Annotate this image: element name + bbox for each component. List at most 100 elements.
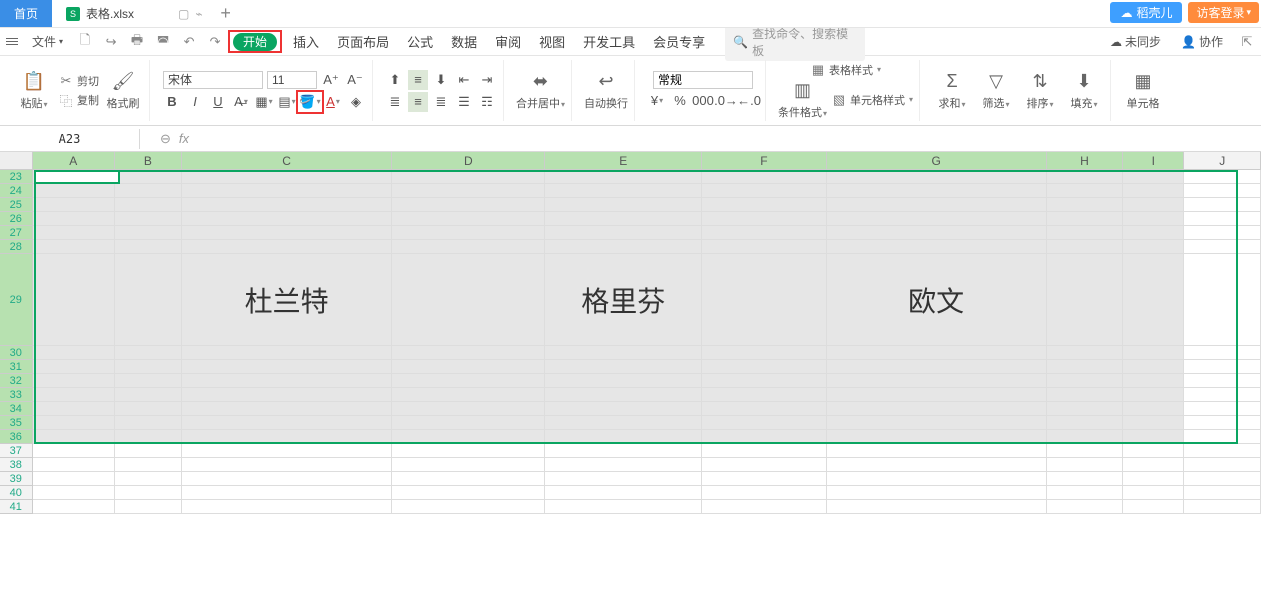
border-button[interactable]: ▦ [254,92,274,112]
increase-font-icon[interactable]: A⁺ [321,70,341,90]
cell[interactable] [33,212,115,226]
cell[interactable] [182,226,392,240]
col-header-J[interactable]: J [1184,152,1261,169]
cell[interactable] [1123,170,1184,184]
merge-center-button[interactable]: ⬌合并居中 [516,71,565,111]
cell[interactable] [115,430,182,444]
cell[interactable] [392,430,545,444]
cell[interactable]: 格里芬 [545,254,702,346]
cell[interactable] [33,416,115,430]
cell[interactable] [33,226,115,240]
cell-style-button[interactable]: ▤ [277,92,297,112]
cell[interactable] [545,486,702,500]
cell[interactable] [1184,346,1261,360]
cell[interactable] [1047,184,1124,198]
cell[interactable] [392,170,545,184]
cell[interactable] [827,360,1047,374]
clear-format-button[interactable]: ◈ [346,92,366,112]
select-all-corner[interactable] [0,152,33,169]
cell[interactable] [115,226,182,240]
cell[interactable] [1123,346,1184,360]
cell[interactable] [545,500,702,514]
currency-button[interactable]: ¥ [647,91,667,111]
cell[interactable] [545,374,702,388]
cell[interactable] [702,254,826,346]
cell[interactable] [182,388,392,402]
font-color-button[interactable]: A [323,92,343,112]
cell[interactable] [115,212,182,226]
italic-button[interactable]: I [185,92,205,112]
cell[interactable] [392,402,545,416]
cell[interactable] [1047,170,1124,184]
row-header[interactable]: 32 [0,374,33,388]
tab-review[interactable]: 审阅 [495,32,521,51]
cell[interactable] [1123,388,1184,402]
cell[interactable] [1047,472,1124,486]
cell[interactable] [182,374,392,388]
filter-button[interactable]: ▽筛选 [976,71,1016,111]
align-middle-icon[interactable]: ≡ [408,70,428,90]
cell[interactable] [182,416,392,430]
cell[interactable] [115,458,182,472]
tab-member[interactable]: 会员专享 [653,32,705,51]
cut-button[interactable]: ✂剪切 [58,73,99,89]
row-header[interactable]: 25 [0,198,33,212]
col-header-E[interactable]: E [545,152,702,169]
cell[interactable] [827,388,1047,402]
cell[interactable] [827,240,1047,254]
cell[interactable] [702,198,826,212]
cell[interactable] [702,458,826,472]
cell[interactable] [33,184,115,198]
fill-color-button[interactable]: 🪣 [300,92,320,112]
cell[interactable] [392,198,545,212]
cell[interactable] [392,226,545,240]
row-header[interactable]: 39 [0,472,33,486]
cell[interactable] [1184,472,1261,486]
cell[interactable] [182,240,392,254]
cell[interactable] [1184,486,1261,500]
cell[interactable] [392,500,545,514]
cell[interactable] [33,170,115,184]
cell[interactable] [182,444,392,458]
cell[interactable] [1184,500,1261,514]
inc-decimal-button[interactable]: .0→ [716,91,736,111]
align-justify-icon[interactable]: ☰ [454,92,474,112]
home-tab[interactable]: 首页 [0,0,52,27]
cell[interactable] [1047,444,1124,458]
row-header[interactable]: 28 [0,240,33,254]
cell[interactable] [827,500,1047,514]
cond-format-button[interactable]: ▥条件格式 [778,80,827,120]
cell[interactable] [33,486,115,500]
cell[interactable] [33,240,115,254]
tab-insert[interactable]: 插入 [293,32,319,51]
row-header[interactable]: 26 [0,212,33,226]
cell[interactable] [115,402,182,416]
cell[interactable] [1123,486,1184,500]
cell[interactable] [702,346,826,360]
cell[interactable] [115,486,182,500]
row-header[interactable]: 29 [0,254,33,346]
cell[interactable] [33,500,115,514]
spreadsheet-grid[interactable]: ABCDEFGHIJ 23242526272829杜兰特格里芬欧文3031323… [0,152,1261,514]
cell[interactable] [33,346,115,360]
cell[interactable] [33,388,115,402]
cell[interactable] [1184,458,1261,472]
cell[interactable] [702,402,826,416]
cell[interactable] [702,240,826,254]
sort-button[interactable]: ⇅排序 [1020,71,1060,111]
cell[interactable] [1123,198,1184,212]
cell[interactable] [827,374,1047,388]
cell[interactable] [1123,472,1184,486]
cell[interactable] [702,374,826,388]
cell[interactable] [1184,198,1261,212]
cell[interactable] [545,212,702,226]
tab-layout[interactable]: 页面布局 [337,32,389,51]
cell[interactable] [702,226,826,240]
col-header-C[interactable]: C [182,152,392,169]
cell[interactable]: 欧文 [827,254,1047,346]
cell[interactable] [545,416,702,430]
cell[interactable] [827,170,1047,184]
align-center-icon[interactable]: ≡ [408,92,428,112]
col-header-A[interactable]: A [33,152,115,169]
name-box[interactable]: A23 [0,129,140,149]
